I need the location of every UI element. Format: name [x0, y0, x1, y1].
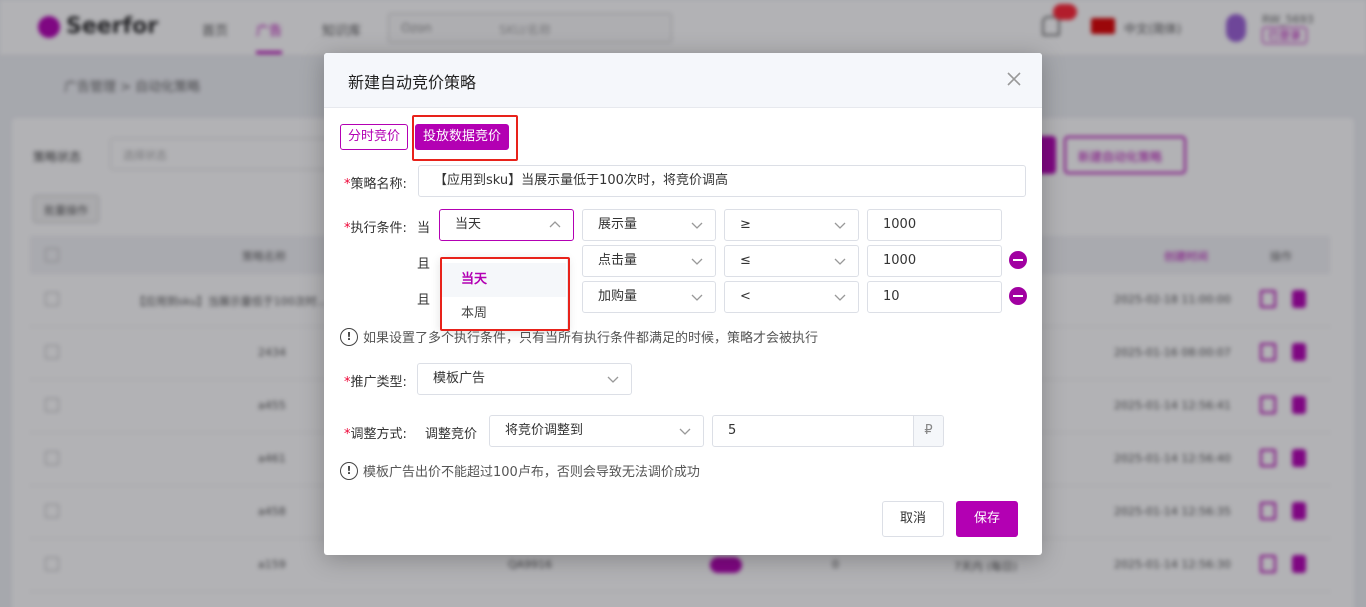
chevron-down-icon: [691, 294, 703, 301]
adjust-note: ! 模板广告出价不能超过100卢布，否则会导致无法调价成功: [340, 461, 700, 480]
metric-select-value: 加购量: [598, 289, 638, 304]
period-option-week[interactable]: 本周: [442, 297, 566, 331]
promo-type-select[interactable]: 模板广告: [417, 363, 632, 395]
condition-value-input-2[interactable]: 1000: [867, 245, 1002, 277]
adjust-method-select[interactable]: 将竞价调整到: [489, 415, 704, 447]
save-button[interactable]: 保存: [956, 501, 1018, 537]
adjust-sub-label: 调整竞价: [425, 427, 478, 442]
dialog-header: 新建自动竞价策略: [324, 53, 1042, 108]
remove-condition-icon[interactable]: [1009, 251, 1027, 269]
promo-type-value: 模板广告: [433, 371, 486, 386]
operator-select-1[interactable]: ≥: [724, 209, 859, 241]
period-option-today[interactable]: 当天: [442, 263, 566, 297]
condition-when-label: 当: [417, 221, 431, 236]
operator-select-3[interactable]: <: [724, 281, 859, 313]
chevron-down-icon: [607, 376, 619, 383]
adjust-value: 5: [728, 423, 737, 438]
tab-data-bidding[interactable]: 投放数据竞价: [415, 124, 510, 150]
operator-select-value: <: [740, 289, 751, 304]
adjust-label: *调整方式:: [344, 427, 407, 442]
metric-select-value: 点击量: [598, 253, 638, 268]
chevron-down-icon: [691, 258, 703, 265]
condition-and-label: 且: [417, 293, 431, 308]
operator-select-2[interactable]: ≤: [724, 245, 859, 277]
period-dropdown: 当天 本周: [440, 257, 568, 331]
chevron-down-icon: [834, 222, 846, 229]
adjust-method-value: 将竞价调整到: [505, 423, 584, 438]
adjust-note-text: 模板广告出价不能超过100卢布，否则会导致无法调价成功: [363, 465, 700, 480]
info-icon: !: [340, 461, 358, 480]
conditions-note-text: 如果设置了多个执行条件，只有当所有执行条件都满足的时候，策略才会被执行: [363, 331, 819, 346]
metric-select-2[interactable]: 点击量: [582, 245, 716, 277]
promo-type-label: *推广类型:: [344, 375, 407, 390]
conditions-label: *执行条件:: [344, 221, 407, 236]
adjust-value-input[interactable]: 5 ₽: [712, 415, 944, 447]
dialog-title: 新建自动竞价策略: [348, 73, 477, 92]
chevron-down-icon: [834, 258, 846, 265]
tab-time-bidding[interactable]: 分时竞价: [340, 124, 409, 150]
info-icon: !: [340, 327, 358, 346]
condition-value-input-3[interactable]: 10: [867, 281, 1002, 313]
metric-select-1[interactable]: 展示量: [582, 209, 716, 241]
chevron-down-icon: [834, 294, 846, 301]
strategy-name-input[interactable]: 【应用到sku】当展示量低于100次时，将竞价调高: [418, 165, 1026, 197]
chevron-down-icon: [691, 222, 703, 229]
new-strategy-dialog: 新建自动竞价策略 分时竞价 投放数据竞价 *策略名称: 【应用到sku】当展示量…: [324, 53, 1042, 555]
chevron-down-icon: [679, 428, 691, 435]
metric-select-3[interactable]: 加购量: [582, 281, 716, 313]
metric-select-value: 展示量: [598, 217, 638, 232]
condition-value-input-1[interactable]: 1000: [867, 209, 1002, 241]
period-select-value: 当天: [455, 217, 482, 232]
period-select[interactable]: 当天: [439, 209, 574, 241]
condition-and-label: 且: [417, 257, 431, 272]
currency-suffix: ₽: [913, 416, 943, 446]
conditions-note: ! 如果设置了多个执行条件，只有当所有执行条件都满足的时候，策略才会被执行: [340, 327, 818, 346]
strategy-name-label: *策略名称:: [344, 177, 407, 192]
cancel-button[interactable]: 取消: [882, 501, 944, 537]
operator-select-value: ≥: [740, 217, 751, 232]
remove-condition-icon[interactable]: [1009, 287, 1027, 305]
chevron-up-icon: [549, 221, 561, 228]
close-icon[interactable]: [1006, 71, 1022, 87]
operator-select-value: ≤: [740, 253, 751, 268]
